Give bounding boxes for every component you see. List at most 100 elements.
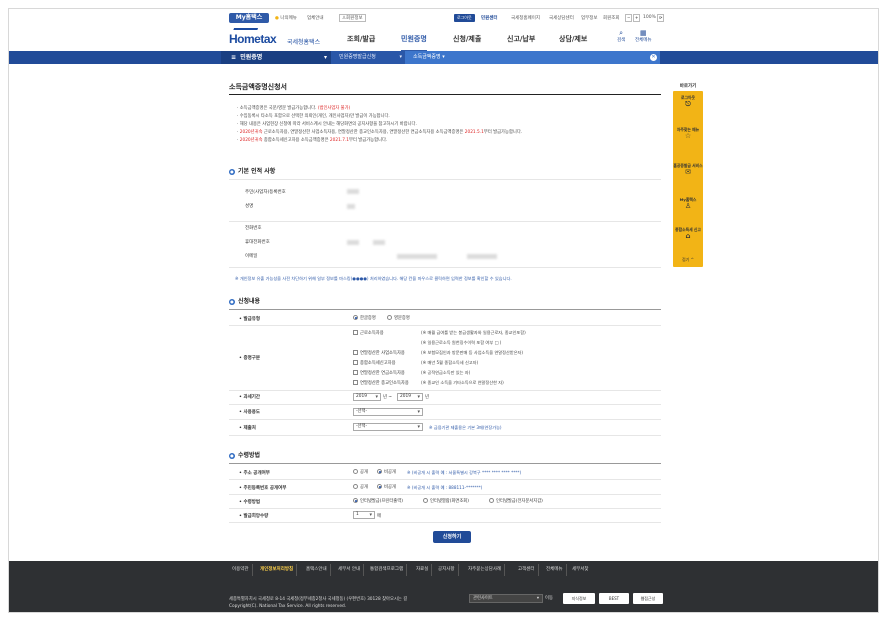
section-apply: ● 신청내용 bbox=[229, 298, 261, 305]
gnb-apply-submit[interactable]: 신청/제출 bbox=[453, 34, 481, 44]
usage-select[interactable]: -선택- bbox=[353, 408, 423, 416]
close-icon[interactable]: ✕ bbox=[650, 54, 657, 61]
grid-icon: ▦ bbox=[639, 29, 647, 37]
radio[interactable] bbox=[423, 498, 428, 503]
masked-value[interactable] bbox=[347, 204, 355, 209]
masked-value[interactable] bbox=[347, 189, 359, 194]
footer-link[interactable]: 통합검색프로그램 bbox=[367, 564, 408, 576]
civil-center-link[interactable]: 민원센터 bbox=[481, 15, 498, 21]
submit-to-select[interactable]: -선택- bbox=[353, 423, 423, 431]
checkbox[interactable] bbox=[353, 350, 358, 355]
my-menu-link[interactable]: ● 나의메뉴 bbox=[275, 15, 297, 21]
copies-select[interactable]: 1 bbox=[353, 511, 375, 519]
radio[interactable] bbox=[353, 469, 358, 474]
quick-frequent-menu[interactable]: 자주찾는 메뉴 ☆ bbox=[673, 127, 703, 141]
checkbox[interactable] bbox=[353, 360, 358, 365]
zoom-out-button[interactable]: − bbox=[625, 14, 633, 22]
cert-hint: (※ 매월 급여를 받는 봉급생활자와 일용근로자, 종교인포함) bbox=[421, 330, 526, 335]
star-icon: ☆ bbox=[684, 132, 692, 140]
zoom-in-button[interactable]: + bbox=[633, 14, 641, 22]
receive-wallet-option[interactable]: 인터넷발급(전자문서지갑) bbox=[489, 498, 543, 504]
divider bbox=[229, 522, 661, 523]
footer-link[interactable]: 전체메뉴 bbox=[543, 564, 567, 576]
footer-link[interactable]: 이용약관 bbox=[229, 564, 253, 576]
move-button[interactable]: 이동 bbox=[545, 594, 557, 603]
breadcrumb-apply[interactable]: 민원증명발급신청 ▾ bbox=[331, 51, 405, 64]
radio[interactable] bbox=[387, 315, 392, 320]
issue-type-korean[interactable]: 한글증명 bbox=[353, 315, 376, 321]
address-public-option[interactable]: 공개 bbox=[353, 469, 368, 475]
receive-print-option[interactable]: 인터넷발급(프린터출력) bbox=[353, 498, 403, 504]
checkbox[interactable] bbox=[353, 330, 358, 335]
checkbox[interactable] bbox=[353, 370, 358, 375]
menu-icon: ≡ bbox=[231, 54, 237, 61]
footer-link[interactable]: 공지사항 bbox=[435, 564, 459, 576]
my-hometax-button[interactable]: My홈택스 bbox=[229, 13, 269, 23]
quick-logout[interactable]: 로그아웃 ⎋ bbox=[673, 95, 703, 109]
nts-homepage-link[interactable]: 국세청홈페이지 bbox=[511, 15, 540, 21]
period-from-select[interactable]: 2019 bbox=[353, 393, 381, 401]
cert-logo: 웹접근성 bbox=[633, 593, 663, 604]
cert-hint[interactable]: (※ 일용근로소득 원천징수이력 포함 여부 □ ) bbox=[421, 340, 501, 346]
cert-option-religious[interactable]: 연말정산한 종교인소득자용 bbox=[353, 380, 409, 386]
cert-option-comprehensive[interactable]: 종합소득세신고자용 bbox=[353, 360, 396, 366]
family-site-select[interactable]: 관련사이트 ▾ bbox=[469, 594, 543, 603]
radio-selected[interactable] bbox=[377, 469, 382, 474]
quick-menu-collapse[interactable]: 접기 ^ bbox=[673, 257, 703, 263]
menu-dropdown[interactable]: ≡ 민원증명 ▾ bbox=[221, 51, 331, 64]
address-private-option[interactable]: 비공개 bbox=[377, 469, 396, 475]
search-button[interactable]: ⌕ 검색 bbox=[617, 29, 625, 43]
radio-selected[interactable] bbox=[353, 315, 358, 320]
radio[interactable] bbox=[353, 484, 358, 489]
radio-selected[interactable] bbox=[353, 498, 358, 503]
member-lookup-link[interactable]: 회원조회 bbox=[603, 15, 620, 21]
cert-option-earned[interactable]: 근로소득자용 bbox=[353, 330, 384, 336]
quick-cert-service[interactable]: 홈공증발급 서비스 ✉ bbox=[673, 163, 703, 177]
masked-value[interactable] bbox=[347, 240, 359, 245]
gnb-civil-cert[interactable]: 민원증명 bbox=[401, 34, 427, 52]
masked-value[interactable] bbox=[467, 254, 497, 259]
receive-view-option[interactable]: 인터넷열람(화면조회) bbox=[423, 498, 469, 504]
cert-hint: (※ 보험모집인과 방문판매 등 사업소득을 연말정산받은자) bbox=[421, 350, 524, 355]
apply-button[interactable]: 신청하기 bbox=[433, 531, 471, 543]
footer-link[interactable]: 자료실 bbox=[413, 564, 433, 576]
title-divider bbox=[229, 94, 661, 95]
footer-link[interactable]: 자주묻는상담사례 bbox=[465, 564, 506, 576]
chevron-down-icon: ▾ bbox=[442, 54, 445, 60]
masked-value[interactable] bbox=[397, 254, 437, 259]
section-bullet-icon: ● bbox=[229, 298, 235, 305]
gnb-lookup-issue[interactable]: 조회/발급 bbox=[347, 34, 375, 44]
logout-button[interactable]: 로그아웃 bbox=[454, 14, 475, 22]
footer-link[interactable]: 홈택스안내 bbox=[303, 564, 331, 576]
gnb-consult-report[interactable]: 상담/제보 bbox=[559, 34, 587, 44]
rrn-public-option[interactable]: 공개 bbox=[353, 484, 368, 490]
all-menu-button[interactable]: ▦ 전체메뉴 bbox=[635, 29, 652, 43]
checkbox[interactable] bbox=[353, 380, 358, 385]
hometax-logo[interactable]: Hometax 국세청홈택스 bbox=[229, 28, 324, 48]
radio[interactable] bbox=[489, 498, 494, 503]
footer-link[interactable]: 고객센터 bbox=[515, 564, 539, 576]
issue-type-english[interactable]: 영문증명 bbox=[387, 315, 410, 321]
breadcrumb-current[interactable]: 소득금액증명 ▾ bbox=[405, 51, 660, 64]
member-info-link[interactable]: ♙회원정보 bbox=[339, 14, 366, 22]
period-to-select[interactable]: 2019 bbox=[397, 393, 423, 401]
quick-income-tax[interactable]: 종합소득세 신고 ⌂ bbox=[673, 227, 703, 241]
radio-selected[interactable] bbox=[377, 484, 382, 489]
work-info-link[interactable]: 업무정보 bbox=[581, 15, 598, 21]
footer-link[interactable]: 세무서 안내 bbox=[335, 564, 365, 576]
counsel-center-link[interactable]: 국세상담센터 bbox=[549, 15, 574, 21]
guide-link[interactable]: 업체안내 bbox=[307, 15, 324, 21]
rrn-hint: ※ (비공개 시 출력 예 : 888111-*******) bbox=[407, 485, 483, 490]
footer-link[interactable]: 세무서찾 bbox=[569, 564, 592, 576]
cert-option-business[interactable]: 연말정산한 사업소득자용 bbox=[353, 350, 405, 356]
rrn-private-option[interactable]: 비공개 bbox=[377, 484, 396, 490]
footer-link-privacy[interactable]: 개인정보처리방침 bbox=[257, 564, 298, 576]
zoom-reset-button[interactable]: ⟳ bbox=[657, 14, 665, 22]
divider bbox=[229, 479, 661, 480]
gnb-report-pay[interactable]: 신고/납부 bbox=[507, 34, 535, 44]
masked-value[interactable] bbox=[373, 240, 385, 245]
quick-menu: 바로가기 로그아웃 ⎋ 자주찾는 메뉴 ☆ 홈공증발급 서비스 ✉ My홈택스 ♙ 종합… bbox=[673, 83, 703, 267]
divider bbox=[229, 325, 661, 326]
cert-option-pension[interactable]: 연말정산한 연금소득자용 bbox=[353, 370, 405, 376]
quick-my-hometax[interactable]: My홈택스 ♙ bbox=[673, 197, 703, 211]
